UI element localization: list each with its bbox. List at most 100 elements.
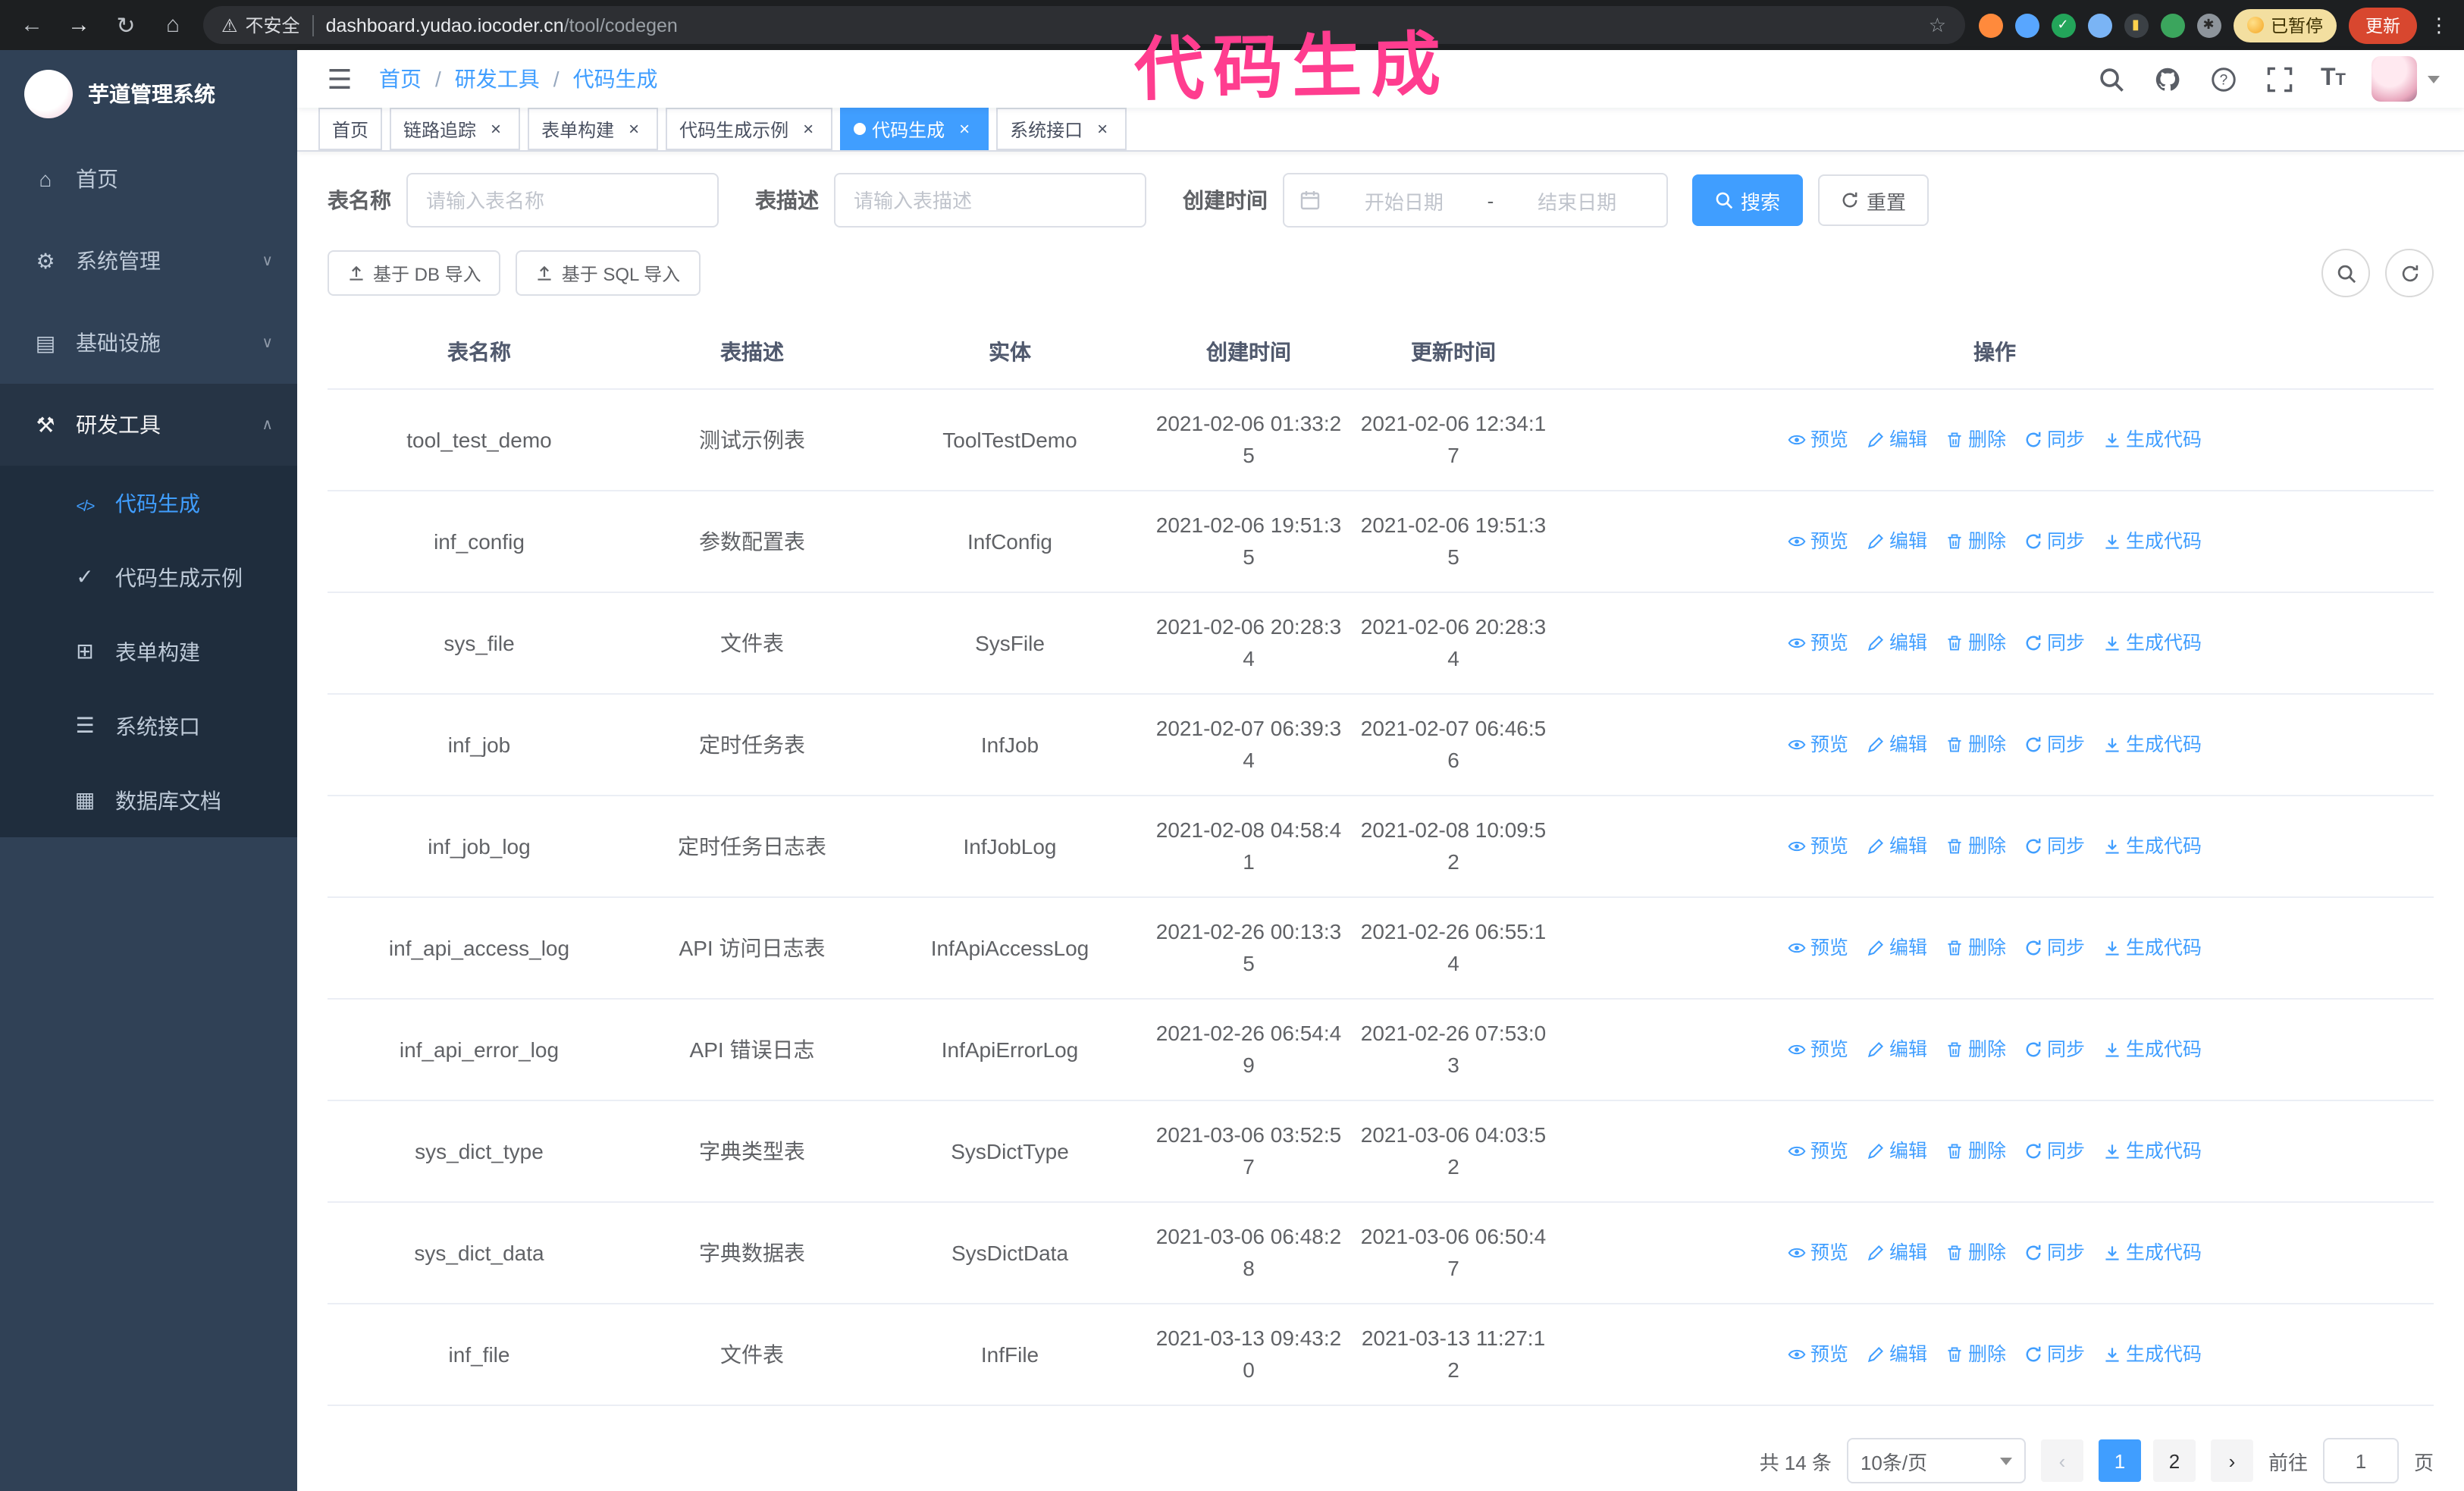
date-range-picker[interactable]: 开始日期 - 结束日期 (1283, 173, 1668, 228)
generate-code-link[interactable]: 生成代码 (2103, 526, 2202, 557)
paused-badge[interactable]: 已暂停 (2233, 8, 2337, 42)
generate-code-link[interactable]: 生成代码 (2103, 627, 2202, 659)
sidebar-item[interactable]: 首页 (0, 138, 297, 220)
refresh-button[interactable] (2385, 249, 2434, 297)
sync-link[interactable]: 同步 (2024, 932, 2085, 964)
edit-link[interactable]: 编辑 (1867, 1135, 1927, 1167)
preview-link[interactable]: 预览 (1788, 729, 1848, 761)
delete-link[interactable]: 删除 (1945, 1339, 2006, 1370)
preview-link[interactable]: 预览 (1788, 830, 1848, 862)
edit-link[interactable]: 编辑 (1867, 627, 1927, 659)
next-page-button[interactable]: › (2210, 1439, 2253, 1482)
sync-link[interactable]: 同步 (2024, 1339, 2085, 1370)
sync-link[interactable]: 同步 (2024, 424, 2085, 456)
preview-link[interactable]: 预览 (1788, 1339, 1848, 1370)
tab[interactable]: 系统接口 × (996, 108, 1127, 150)
delete-link[interactable]: 删除 (1945, 932, 2006, 964)
check-extension-icon[interactable]: ✓ (2051, 13, 2075, 37)
help-icon[interactable] (2209, 64, 2239, 94)
search-toggle-button[interactable] (2321, 249, 2370, 297)
edit-link[interactable]: 编辑 (1867, 424, 1927, 456)
sidebar-item[interactable]: 系统管理 (0, 220, 297, 302)
sync-link[interactable]: 同步 (2024, 1135, 2085, 1167)
search-button[interactable]: 搜索 (1692, 174, 1804, 226)
preview-link[interactable]: 预览 (1788, 526, 1848, 557)
tab[interactable]: 代码生成示例 × (666, 108, 833, 150)
preview-link[interactable]: 预览 (1788, 932, 1848, 964)
reset-button[interactable]: 重置 (1818, 174, 1930, 226)
delete-link[interactable]: 删除 (1945, 830, 2006, 862)
tab-close-icon[interactable]: × (954, 118, 975, 140)
address-bar[interactable]: ⚠ 不安全 dashboard.yudao.iocoder.cn/tool/co… (203, 6, 1964, 44)
tab-close-icon[interactable]: × (798, 118, 819, 140)
table-name-input[interactable] (406, 173, 719, 228)
generate-code-link[interactable]: 生成代码 (2103, 729, 2202, 761)
generate-code-link[interactable]: 生成代码 (2103, 830, 2202, 862)
sync-link[interactable]: 同步 (2024, 526, 2085, 557)
preview-link[interactable]: 预览 (1788, 1135, 1848, 1167)
tab-close-icon[interactable]: × (485, 118, 506, 140)
font-size-icon[interactable]: TT (2321, 65, 2346, 93)
page-number-button[interactable]: 1 (2098, 1439, 2141, 1482)
delete-link[interactable]: 删除 (1945, 1237, 2006, 1269)
delete-link[interactable]: 删除 (1945, 424, 2006, 456)
generate-code-link[interactable]: 生成代码 (2103, 1237, 2202, 1269)
sync-link[interactable]: 同步 (2024, 1237, 2085, 1269)
sync-link[interactable]: 同步 (2024, 1034, 2085, 1066)
page-number-button[interactable]: 2 (2152, 1439, 2196, 1482)
tab[interactable]: 首页 (318, 108, 383, 150)
delete-link[interactable]: 删除 (1945, 526, 2006, 557)
breadcrumb-item[interactable]: 研发工具 (422, 64, 540, 94)
update-button[interactable]: 更新 (2349, 7, 2417, 43)
sidebar-item[interactable]: 代码生成 (0, 466, 297, 540)
preview-link[interactable]: 预览 (1788, 1237, 1848, 1269)
preview-link[interactable]: 预览 (1788, 424, 1848, 456)
fox-extension-icon[interactable] (1978, 13, 2002, 37)
import-db-button[interactable]: 基于 DB 导入 (328, 250, 501, 296)
fullscreen-icon[interactable] (2265, 64, 2295, 94)
table-desc-input[interactable] (834, 173, 1146, 228)
edit-link[interactable]: 编辑 (1867, 1034, 1927, 1066)
leaf-extension-icon[interactable] (2160, 13, 2184, 37)
generate-code-link[interactable]: 生成代码 (2103, 424, 2202, 456)
drop-extension-icon[interactable] (2014, 13, 2039, 37)
search-icon[interactable] (2096, 64, 2127, 94)
browser-menu-icon[interactable]: ⋮ (2429, 13, 2449, 37)
sidebar-item[interactable]: 数据库文档 (0, 763, 297, 837)
sync-link[interactable]: 同步 (2024, 830, 2085, 862)
sidebar-item[interactable]: 表单构建 (0, 614, 297, 689)
edit-link[interactable]: 编辑 (1867, 1237, 1927, 1269)
edit-link[interactable]: 编辑 (1867, 1339, 1927, 1370)
browser-reload-icon[interactable]: ↻ (109, 8, 143, 42)
browser-home-icon[interactable]: ⌂ (156, 8, 190, 42)
edit-link[interactable]: 编辑 (1867, 932, 1927, 964)
preview-link[interactable]: 预览 (1788, 627, 1848, 659)
edit-link[interactable]: 编辑 (1867, 830, 1927, 862)
breadcrumb-item[interactable]: 首页 (379, 64, 422, 94)
bookmark-star-icon[interactable]: ☆ (1929, 13, 1946, 37)
sync-link[interactable]: 同步 (2024, 729, 2085, 761)
delete-link[interactable]: 删除 (1945, 1034, 2006, 1066)
generate-code-link[interactable]: 生成代码 (2103, 932, 2202, 964)
prev-page-button[interactable]: ‹ (2040, 1439, 2083, 1482)
github-icon[interactable] (2152, 64, 2183, 94)
app-logo[interactable]: 芋道管理系统 (0, 50, 297, 138)
page-size-select[interactable]: 10条/页 (1846, 1438, 2026, 1483)
import-sql-button[interactable]: 基于 SQL 导入 (516, 250, 701, 296)
tab-close-icon[interactable]: × (1092, 118, 1113, 140)
browser-forward-icon[interactable]: → (62, 8, 96, 42)
browser-back-icon[interactable]: ← (15, 8, 49, 42)
breadcrumb-item[interactable]: 代码生成 (540, 64, 658, 94)
user-menu[interactable] (2372, 56, 2440, 102)
sidebar-item[interactable]: 研发工具 (0, 384, 297, 466)
tab-close-icon[interactable]: × (623, 118, 644, 140)
generate-code-link[interactable]: 生成代码 (2103, 1135, 2202, 1167)
delete-link[interactable]: 删除 (1945, 1135, 2006, 1167)
tab[interactable]: 表单构建 × (528, 108, 659, 150)
delete-link[interactable]: 删除 (1945, 729, 2006, 761)
generate-code-link[interactable]: 生成代码 (2103, 1339, 2202, 1370)
generate-code-link[interactable]: 生成代码 (2103, 1034, 2202, 1066)
sidebar-item[interactable]: 基础设施 (0, 302, 297, 384)
goto-page-input[interactable] (2322, 1438, 2399, 1483)
edit-link[interactable]: 编辑 (1867, 729, 1927, 761)
